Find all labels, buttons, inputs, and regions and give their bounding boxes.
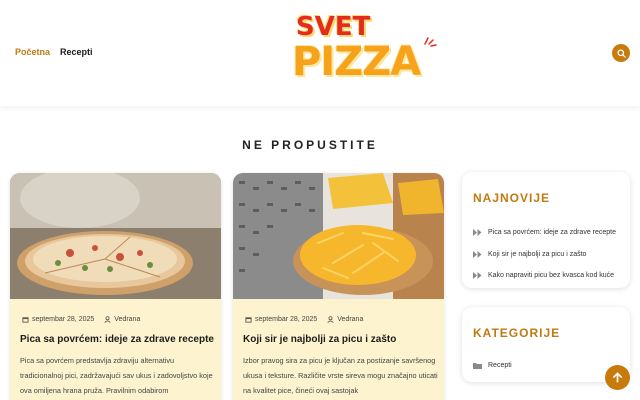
search-button[interactable]: [612, 44, 630, 62]
post-card[interactable]: septembar 28, 2025 Vedrana Pica sa povrć…: [10, 173, 221, 400]
calendar-icon: [22, 317, 29, 323]
post-author-text: Vedrana: [114, 316, 141, 323]
user-icon: [104, 316, 111, 323]
latest-post-link[interactable]: Koji sir je najbolji za picu i zašto: [488, 251, 586, 258]
logo-text-bottom: PIZZA: [292, 39, 421, 85]
latest-post-link[interactable]: Kako napraviti picu bez kvasca kod kuće: [488, 272, 614, 279]
section-title: NE PROPUSTITE: [242, 138, 378, 152]
latest-post-item[interactable]: Kako napraviti picu bez kvasca kod kuće: [473, 265, 616, 287]
nav-item-recepti[interactable]: Recepti: [60, 47, 93, 57]
post-card[interactable]: septembar 28, 2025 Vedrana Koji sir je n…: [233, 173, 444, 400]
double-chevron-right-icon: [473, 272, 482, 280]
post-image-vegetable-pizza[interactable]: [10, 173, 221, 299]
widget-title: KATEGORIJE: [473, 326, 561, 340]
logo-text-top: SVET: [296, 12, 371, 42]
latest-posts-widget: NAJNOVIJE Pica sa povrćem: ideje za zdra…: [462, 172, 630, 288]
post-meta: septembar 28, 2025 Vedrana: [245, 316, 363, 323]
logo-burst-icon: [424, 37, 437, 47]
post-excerpt: Pica sa povrćem predstavlja zdraviju alt…: [20, 356, 213, 395]
post-date: septembar 28, 2025: [245, 316, 317, 323]
post-title[interactable]: Koji sir je najbolji za picu i zašto: [243, 334, 438, 345]
main-nav: Početna Recepti: [15, 47, 93, 57]
calendar-icon: [245, 317, 252, 323]
category-link[interactable]: Recepti: [488, 362, 512, 369]
double-chevron-right-icon: [473, 229, 482, 237]
categories-list: Recepti: [473, 355, 512, 377]
folder-icon: [473, 363, 482, 370]
categories-widget: KATEGORIJE Recepti: [462, 307, 630, 382]
scroll-to-top-button[interactable]: [605, 365, 630, 390]
post-author-text: Vedrana: [337, 316, 364, 323]
post-date: septembar 28, 2025: [22, 316, 94, 323]
site-header: Početna Recepti SVET PIZZA: [0, 0, 640, 106]
double-chevron-right-icon: [473, 250, 482, 258]
search-icon: [616, 48, 626, 58]
latest-post-item[interactable]: Koji sir je najbolji za picu i zašto: [473, 244, 616, 266]
latest-post-link[interactable]: Pica sa povrćem: ideje za zdrave recepte: [488, 229, 616, 236]
post-date-text: septembar 28, 2025: [32, 316, 95, 323]
nav-item-pocetna[interactable]: Početna: [15, 47, 50, 57]
post-author[interactable]: Vedrana: [327, 316, 363, 323]
post-title[interactable]: Pica sa povrćem: ideje za zdrave recepte: [20, 334, 215, 345]
post-meta: septembar 28, 2025 Vedrana: [22, 316, 140, 323]
post-date-text: septembar 28, 2025: [255, 316, 318, 323]
latest-post-item[interactable]: Pica sa povrćem: ideje za zdrave recepte: [473, 222, 616, 244]
post-author[interactable]: Vedrana: [104, 316, 140, 323]
arrow-up-icon: [613, 372, 622, 383]
user-icon: [327, 316, 334, 323]
widget-title: NAJNOVIJE: [473, 191, 551, 205]
post-image-grated-cheese[interactable]: [233, 173, 444, 299]
latest-posts-list: Pica sa povrćem: ideje za zdrave recepte…: [473, 222, 616, 287]
site-logo[interactable]: SVET PIZZA: [290, 12, 440, 90]
post-excerpt: Izbor pravog sira za picu je ključan za …: [243, 356, 438, 395]
category-item[interactable]: Recepti: [473, 355, 512, 377]
